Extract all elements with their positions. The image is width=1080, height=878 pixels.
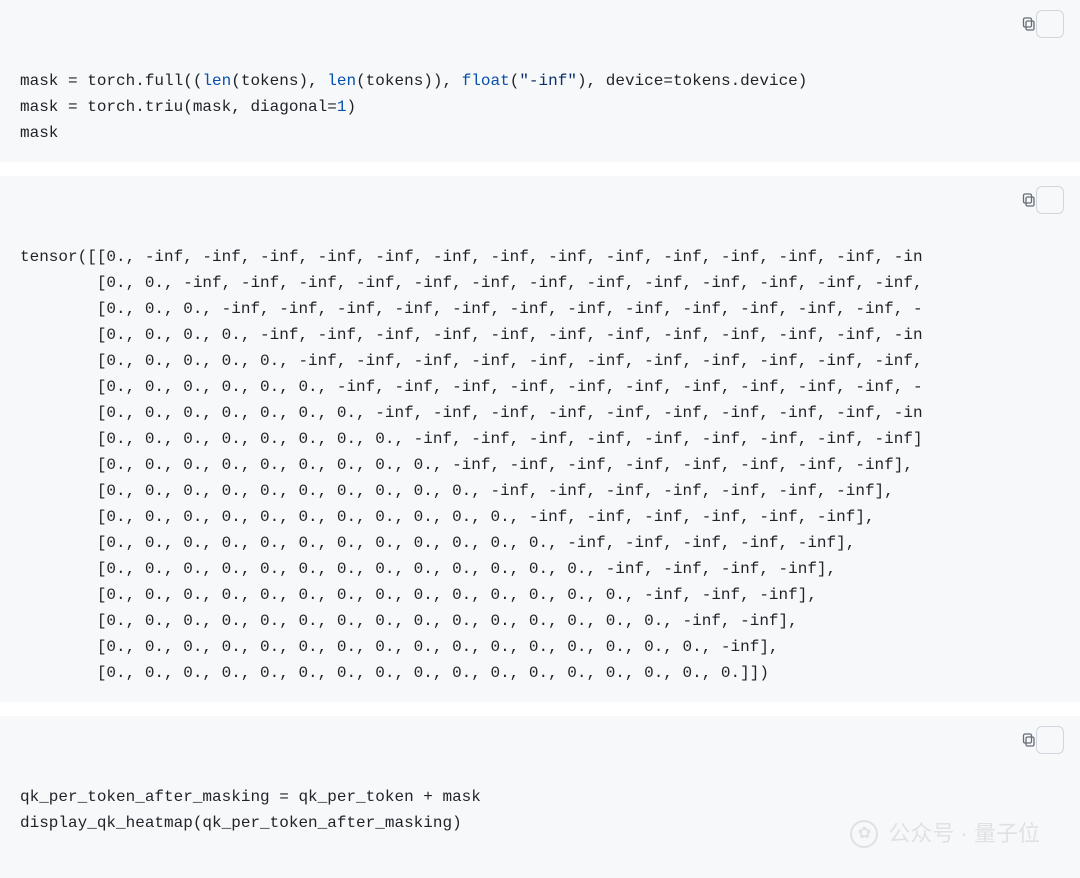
copy-icon	[1021, 716, 1079, 800]
output-line: [0., 0., 0., 0., 0., 0., 0., 0., 0., 0.,…	[20, 560, 836, 578]
copy-icon	[1021, 0, 1079, 84]
output-line: [0., 0., 0., 0., 0., 0., -inf, -inf, -in…	[20, 378, 923, 396]
output-line: [0., 0., 0., 0., 0., 0., 0., -inf, -inf,…	[20, 404, 923, 422]
output-line: [0., 0., 0., 0., 0., 0., 0., 0., 0., 0.,…	[20, 664, 769, 682]
output-line: [0., 0., 0., -inf, -inf, -inf, -inf, -in…	[20, 300, 923, 318]
output-line: [0., 0., 0., 0., 0., 0., 0., 0., 0., -in…	[20, 456, 913, 474]
code-block-1: mask = torch.full((len(tokens), len(toke…	[0, 0, 1080, 162]
output-line: [0., 0., 0., 0., 0., 0., 0., 0., 0., 0.,…	[20, 638, 779, 656]
copy-button[interactable]	[1036, 726, 1064, 754]
copy-button[interactable]	[1036, 10, 1064, 38]
wechat-icon: ✿	[850, 820, 878, 848]
output-line: [0., 0., 0., 0., 0., 0., 0., 0., 0., 0.,…	[20, 534, 855, 552]
copy-icon	[1021, 176, 1079, 260]
output-line: [0., 0., 0., 0., 0., 0., 0., 0., 0., 0.,…	[20, 482, 894, 500]
code-line: mask = torch.full((len(tokens), len(toke…	[20, 72, 807, 90]
output-line: tensor([[0., -inf, -inf, -inf, -inf, -in…	[20, 248, 923, 266]
output-line: [0., 0., 0., 0., 0., 0., 0., 0., 0., 0.,…	[20, 586, 817, 604]
watermark: ✿ 公众号 · 量子位	[850, 820, 1040, 848]
code-line: mask	[20, 124, 58, 142]
code-line: mask = torch.triu(mask, diagonal=1)	[20, 98, 356, 116]
output-line: [0., 0., 0., 0., -inf, -inf, -inf, -inf,…	[20, 326, 923, 344]
output-line: [0., 0., 0., 0., 0., 0., 0., 0., 0., 0.,…	[20, 508, 875, 526]
watermark-text: 公众号 · 量子位	[888, 821, 1040, 847]
code-line: display_qk_heatmap(qk_per_token_after_ma…	[20, 814, 462, 832]
output-line: [0., 0., 0., 0., 0., -inf, -inf, -inf, -…	[20, 352, 923, 370]
output-line: [0., 0., -inf, -inf, -inf, -inf, -inf, -…	[20, 274, 923, 292]
copy-button[interactable]	[1036, 186, 1064, 214]
code-line: qk_per_token_after_masking = qk_per_toke…	[20, 788, 481, 806]
output-line: [0., 0., 0., 0., 0., 0., 0., 0., 0., 0.,…	[20, 612, 798, 630]
output-block: tensor([[0., -inf, -inf, -inf, -inf, -in…	[0, 176, 1080, 702]
output-line: [0., 0., 0., 0., 0., 0., 0., 0., -inf, -…	[20, 430, 923, 448]
code-block-2: qk_per_token_after_masking = qk_per_toke…	[0, 716, 1080, 878]
